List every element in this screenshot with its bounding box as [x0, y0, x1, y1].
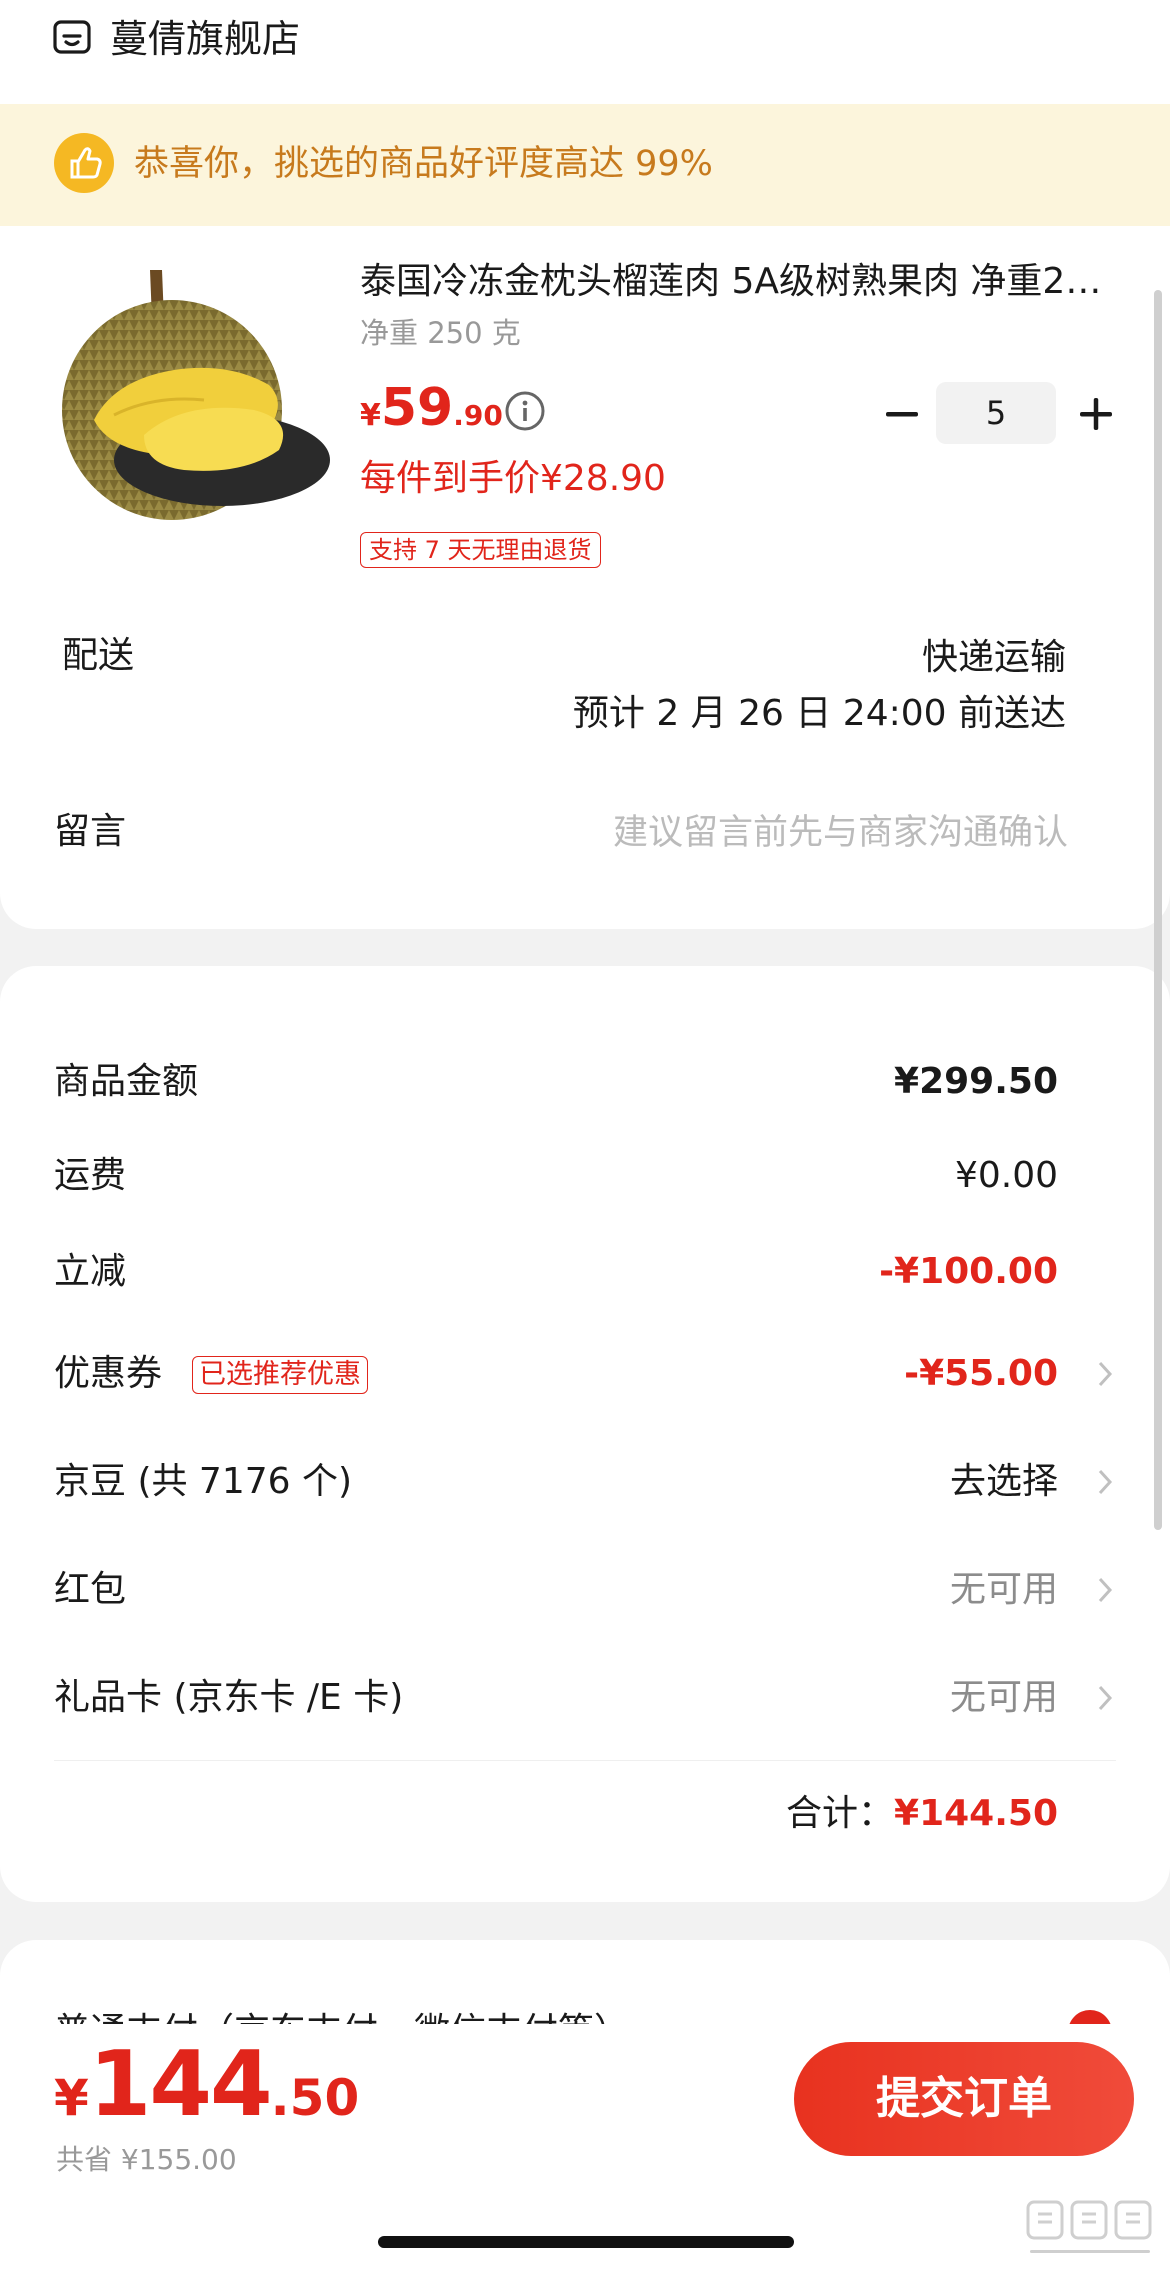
subtotal-label: 合计：	[786, 1793, 895, 1834]
total-decimal: .50	[270, 2069, 360, 2127]
price-integer: 59	[380, 378, 454, 438]
fee-value: ¥0.00	[954, 1155, 1058, 1196]
total-integer: 144	[88, 2032, 273, 2137]
fee-label: 优惠券	[54, 1353, 163, 1394]
delivery-eta[interactable]: 预计 2 月 26 日 24:00 前送达	[573, 688, 1066, 740]
chevron-right-icon	[1098, 1685, 1113, 1711]
product-spec: 净重 250 克	[360, 316, 521, 350]
price-decimal: .90	[453, 399, 503, 432]
subtotal: 合计：¥144.50	[786, 1786, 1058, 1842]
fee-row-jingdou[interactable]: 京豆 (共 7176 个) 去选择	[0, 1450, 1170, 1514]
product-image[interactable]	[54, 270, 334, 538]
fee-label: 红包	[54, 1569, 127, 1610]
total-currency: ¥	[54, 2069, 89, 2127]
quantity-decrease-button[interactable]	[874, 386, 930, 442]
fee-row-instant-discount: 立减 -¥100.00	[0, 1240, 1170, 1304]
fees-card: 商品金额 ¥299.50 运费 ¥0.00 立减 -¥100.00 优惠券 已选…	[0, 966, 1170, 1902]
fee-value: ¥299.50	[894, 1061, 1058, 1102]
order-total: ¥144.50	[54, 2032, 359, 2137]
coupon-tag: 已选推荐优惠	[192, 1356, 368, 1394]
remark-label: 留言	[54, 811, 127, 852]
delivery-label: 配送	[62, 635, 135, 676]
quantity-input[interactable]: 5	[936, 382, 1056, 444]
fee-row-coupon[interactable]: 优惠券 已选推荐优惠 -¥55.00	[0, 1342, 1170, 1406]
product-card: 泰国冷冻金枕头榴莲肉 5A级树熟果肉 净重250克 净重 250 克 ¥59.9…	[0, 226, 1170, 929]
watermark-logo	[1026, 2200, 1152, 2253]
info-icon[interactable]	[504, 390, 546, 432]
fee-row-gift-card[interactable]: 礼品卡 (京东卡 /E 卡) 无可用	[0, 1666, 1170, 1730]
rating-banner: 恭喜你，挑选的商品好评度高达 99%	[0, 104, 1170, 226]
fee-label: 京豆 (共 7176 个)	[54, 1461, 353, 1502]
fee-row-shipping: 运费 ¥0.00	[0, 1144, 1170, 1208]
divider	[54, 1760, 1116, 1761]
savings-text: 共省 ¥155.00	[56, 2143, 237, 2176]
fee-label: 礼品卡 (京东卡 /E 卡)	[54, 1677, 404, 1718]
return-policy-tag: 支持 7 天无理由退货	[360, 532, 601, 568]
fee-value: 去选择	[949, 1461, 1058, 1502]
store-header: 蔓倩旗舰店	[0, 0, 1170, 104]
store-name[interactable]: 蔓倩旗舰店	[110, 12, 300, 66]
chevron-right-icon	[1098, 1577, 1113, 1603]
chevron-right-icon	[1098, 1361, 1113, 1387]
fee-row-goods-amount: 商品金额 ¥299.50	[0, 1050, 1170, 1114]
fee-value: 无可用	[949, 1677, 1058, 1718]
home-indicator[interactable]	[378, 2236, 794, 2248]
price-currency: ¥	[360, 398, 381, 433]
store-icon	[53, 20, 91, 54]
fee-row-red-packet[interactable]: 红包 无可用	[0, 1558, 1170, 1622]
chevron-right-icon	[1098, 1469, 1113, 1495]
fee-label: 立减	[54, 1251, 127, 1292]
fee-value: 无可用	[949, 1569, 1058, 1610]
remark-input[interactable]	[520, 802, 1070, 864]
product-price: ¥59.90	[360, 378, 503, 448]
submit-order-button[interactable]: 提交订单	[794, 2042, 1134, 2156]
product-title[interactable]: 泰国冷冻金枕头榴莲肉 5A级树熟果肉 净重250克	[360, 256, 1120, 308]
unit-price: 每件到手价¥28.90	[360, 458, 666, 499]
fee-label: 运费	[54, 1155, 127, 1196]
fee-value: -¥100.00	[879, 1251, 1058, 1292]
quantity-increase-button[interactable]	[1068, 386, 1124, 442]
fee-value: -¥55.00	[904, 1353, 1058, 1394]
thumbs-up-icon	[54, 133, 114, 193]
subtotal-value: ¥144.50	[894, 1793, 1058, 1834]
scrollbar[interactable]	[1154, 290, 1162, 1530]
fee-label: 商品金额	[54, 1061, 199, 1102]
delivery-method[interactable]: 快递运输	[922, 632, 1066, 684]
banner-text: 恭喜你，挑选的商品好评度高达 99%	[134, 144, 713, 184]
